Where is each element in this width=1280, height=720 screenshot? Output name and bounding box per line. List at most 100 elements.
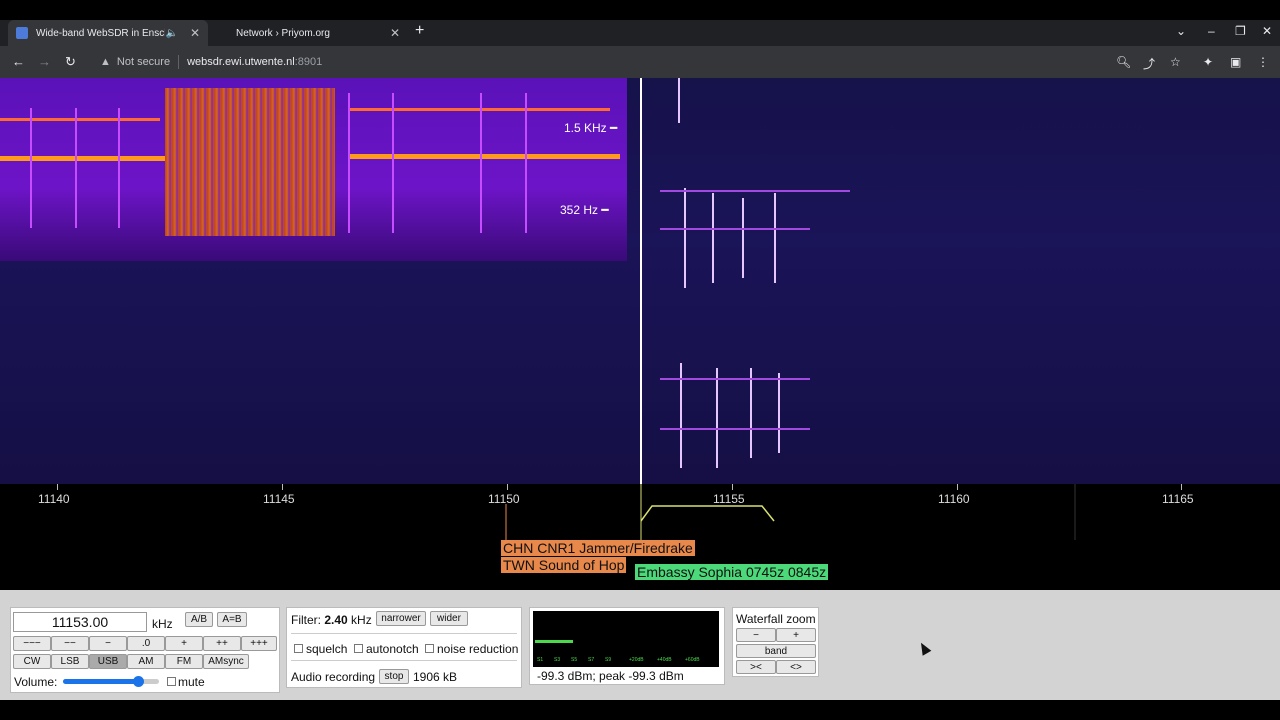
extensions-icon[interactable]: ✦: [1203, 55, 1213, 69]
zoom-in-button[interactable]: +: [776, 628, 816, 642]
new-tab-icon[interactable]: +: [415, 22, 424, 40]
tab-strip: Wide-band WebSDR in Ensch 🔈 ✕ Network › …: [0, 20, 1280, 46]
s-scale-label: S7: [588, 657, 595, 663]
round-button[interactable]: .0: [127, 636, 165, 651]
stop-recording-button[interactable]: stop: [379, 669, 409, 684]
back-icon[interactable]: ←: [12, 54, 25, 69]
station-label-sound-of-hope[interactable]: TWN Sound of Hop: [501, 557, 627, 573]
volume-knob[interactable]: [132, 676, 144, 687]
volume-fill: [63, 679, 138, 684]
trace-step: [480, 93, 482, 233]
jammer-noise: [165, 88, 335, 236]
passband-marker-high: 1.5 KHz ━: [564, 121, 618, 135]
warning-icon: ▲: [100, 56, 111, 68]
signal-reading: -99.3 dBm; peak -99.3 dBm: [537, 669, 684, 683]
top-bar: [0, 0, 1280, 20]
morse-trace: [660, 228, 810, 230]
divider: [291, 633, 517, 634]
trace-step: [525, 93, 527, 233]
divider: [178, 55, 180, 69]
noise-reduction-checkbox[interactable]: [425, 644, 434, 653]
a-equals-b-button[interactable]: A=B: [217, 612, 247, 627]
mode-usb-button[interactable]: USB: [89, 654, 127, 669]
address-bar[interactable]: ▲ Not secure websdr.ewi.utwente.nl :8901: [88, 50, 1188, 74]
trace-step: [118, 108, 120, 228]
side-panel-icon[interactable]: ▣: [1230, 55, 1241, 69]
passband-indicator[interactable]: [0, 484, 1280, 540]
s-scale-label: S1: [537, 657, 544, 663]
frequency-input[interactable]: 11153.00: [13, 612, 147, 632]
mode-amsync-button[interactable]: AMsync: [203, 654, 249, 669]
step-down-3-button[interactable]: −−−: [13, 636, 51, 651]
browser-toolbar: ← → ↻ ▲ Not secure websdr.ewi.utwente.nl…: [0, 46, 1280, 78]
minimize-icon[interactable]: –: [1208, 24, 1215, 38]
station-label-embassy-sophia[interactable]: Embassy Sophia 0745z 0845z: [635, 564, 829, 580]
waterfall-zoom-title: Waterfall zoom: [736, 612, 816, 626]
filter-readout: Filter: 2.40 kHz: [291, 613, 372, 627]
morse-trace: [660, 190, 850, 192]
autonotch-checkbox[interactable]: [354, 644, 363, 653]
mode-lsb-button[interactable]: LSB: [51, 654, 89, 669]
wider-button[interactable]: wider: [430, 611, 468, 626]
khz-label: kHz: [152, 617, 173, 631]
ab-button[interactable]: A/B: [185, 612, 213, 627]
mode-fm-button[interactable]: FM: [165, 654, 203, 669]
mute-label: mute: [178, 675, 205, 689]
zoom-narrow-button[interactable]: ><: [736, 660, 776, 674]
s-meter: S1 S3 S5 S7 S9 +20dB +40dB +60dB: [533, 611, 719, 667]
audio-recording-label: Audio recording: [291, 670, 376, 684]
morse-trace: [716, 368, 718, 468]
step-up-1-button[interactable]: +: [165, 636, 203, 651]
waterfall-zoom-box: Waterfall zoom − + band >< <>: [732, 607, 819, 677]
carrier-trace: [0, 118, 160, 121]
step-down-1-button[interactable]: −: [89, 636, 127, 651]
s-scale-label: S5: [571, 657, 578, 663]
volume-slider[interactable]: [63, 676, 159, 687]
mode-cw-button[interactable]: CW: [13, 654, 51, 669]
frequency-scale[interactable]: 11140 11145 11150 11155 11160 11165: [0, 484, 1280, 540]
zoom-out-button[interactable]: −: [736, 628, 776, 642]
tab-title: Network › Priyom.org: [236, 27, 330, 39]
divider: [291, 660, 517, 661]
autonotch-label: autonotch: [366, 642, 419, 656]
zoom-icon[interactable]: 🔍︎: [1116, 55, 1131, 69]
trace-step: [75, 108, 77, 228]
tab-websdr[interactable]: Wide-band WebSDR in Ensch 🔈 ✕: [8, 20, 208, 46]
station-label-cnr1[interactable]: CHN CNR1 Jammer/Firedrake: [501, 540, 695, 556]
narrower-button[interactable]: narrower: [376, 611, 426, 626]
restore-icon[interactable]: ❐: [1235, 24, 1246, 38]
bookmark-star-icon[interactable]: ☆: [1170, 55, 1181, 69]
carrier-trace: [350, 154, 620, 159]
menu-icon[interactable]: ⋮: [1257, 55, 1269, 69]
close-tab-icon[interactable]: ✕: [190, 26, 200, 40]
noise-reduction-label: noise reduction: [437, 642, 519, 656]
station-labels: CHN CNR1 Jammer/Firedrake TWN Sound of H…: [0, 540, 1280, 590]
step-down-2-button[interactable]: −−: [51, 636, 89, 651]
waterfall-display[interactable]: 1.5 KHz ━ 352 Hz ━: [0, 78, 1280, 484]
forward-icon[interactable]: →: [38, 54, 51, 69]
morse-trace: [684, 188, 686, 288]
tab-search-icon[interactable]: ⌄: [1176, 24, 1186, 38]
security-label: Not secure: [116, 56, 171, 68]
zoom-wide-button[interactable]: <>: [776, 660, 816, 674]
share-icon[interactable]: ⤴: [1143, 55, 1155, 72]
squelch-checkbox[interactable]: [294, 644, 303, 653]
smeter-box: S1 S3 S5 S7 S9 +20dB +40dB +60dB -99.3 d…: [529, 607, 725, 685]
morse-trace: [778, 373, 780, 453]
close-tab-icon[interactable]: ✕: [390, 26, 400, 40]
mute-checkbox[interactable]: [167, 677, 176, 686]
url-port: :8901: [294, 56, 323, 68]
tab-priyom[interactable]: Network › Priyom.org ✕: [212, 20, 408, 46]
s-scale-label: S9: [605, 657, 612, 663]
tuning-line: [640, 78, 642, 484]
zoom-band-button[interactable]: band: [736, 644, 816, 658]
mode-am-button[interactable]: AM: [127, 654, 165, 669]
step-up-3-button[interactable]: +++: [241, 636, 277, 651]
reload-icon[interactable]: ↻: [65, 54, 76, 70]
speaker-icon[interactable]: 🔈: [165, 28, 177, 39]
step-up-2-button[interactable]: ++: [203, 636, 241, 651]
carrier-trace: [0, 156, 165, 161]
trace-step: [392, 93, 394, 233]
websdr-favicon-icon: [16, 27, 28, 39]
close-window-icon[interactable]: ✕: [1262, 24, 1272, 38]
